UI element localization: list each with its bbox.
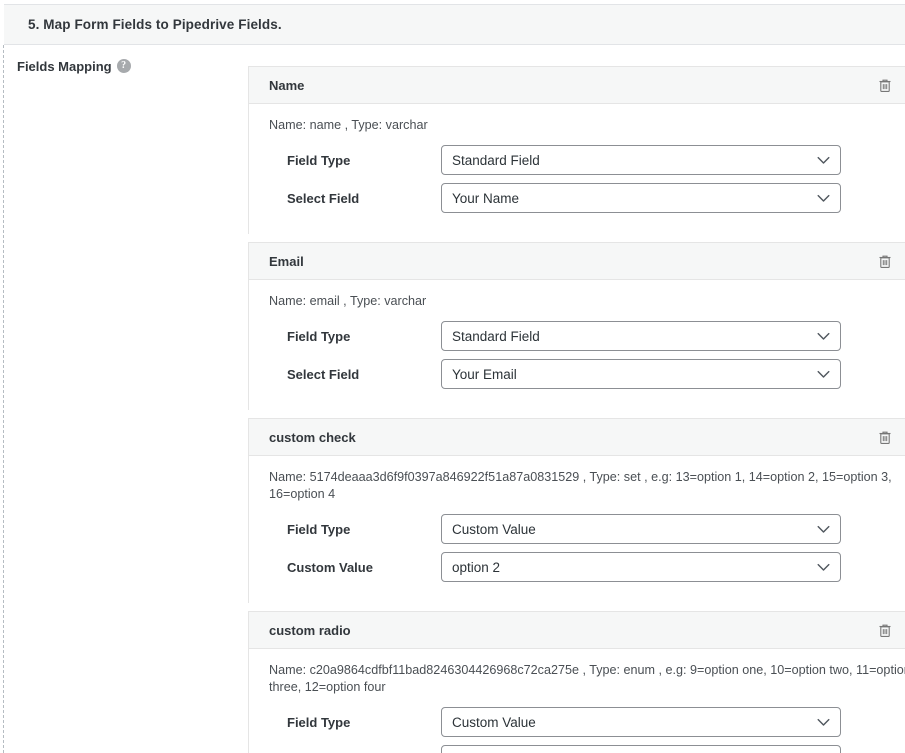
mapping-row: Select Field Your Email — [269, 359, 905, 389]
field-type-select[interactable]: Standard Field — [441, 321, 841, 351]
chevron-down-icon — [817, 360, 830, 388]
chevron-down-icon — [817, 515, 830, 543]
select-value: Custom Value — [452, 714, 536, 730]
field-meta-text: Name: 5174deaaa3d6f9f0397a846922f51a87a0… — [269, 470, 892, 501]
trash-icon[interactable] — [876, 76, 894, 94]
field-panel-body: Name: email , Type: varchar Field Type Sta… — [249, 280, 905, 410]
trash-icon[interactable] — [876, 621, 894, 639]
chevron-down-icon — [817, 146, 830, 174]
section-header: 5. Map Form Fields to Pipedrive Fields. — [4, 4, 905, 45]
field-panel-actions — [876, 76, 905, 94]
field-panel-header: custom radio — [249, 611, 905, 649]
field-panel-actions — [876, 621, 905, 639]
mapping-row: Field Type Standard Field — [269, 145, 905, 175]
mapping-row: Field Type Custom Value — [269, 707, 905, 737]
fields-mapping-label-group: Fields Mapping? — [17, 58, 237, 76]
chevron-down-icon — [817, 553, 830, 581]
mapping-row-label: Select Field — [287, 190, 360, 206]
field-panel: Name Name: name , Type: varchar Field Type… — [248, 66, 905, 234]
field-panel: custom radio Name: c20a9864cdfbf11bad8246… — [248, 611, 905, 753]
field-panel-actions — [876, 252, 905, 270]
field-meta-text: Name: c20a9864cdfbf11bad8246304426968c72… — [269, 663, 905, 694]
trash-icon[interactable] — [876, 252, 894, 270]
field-panel-actions — [876, 428, 905, 446]
field-panel-header: custom check — [249, 418, 905, 456]
mapping-row-label: Custom Value — [287, 559, 373, 575]
field-value-select[interactable]: Your Name — [441, 183, 841, 213]
field-panel-body: Name: name , Type: varchar Field Type Stan… — [249, 104, 905, 234]
field-value-select[interactable]: Your Email — [441, 359, 841, 389]
mapping-row-label: Field Type — [287, 328, 351, 344]
chevron-down-icon — [817, 708, 830, 736]
mapping-row: Field Type Custom Value — [269, 514, 905, 544]
field-panel: custom check Name: 5174deaaa3d6f9f0397a84… — [248, 418, 905, 603]
trash-icon[interactable] — [876, 428, 894, 446]
select-value: Standard Field — [452, 152, 540, 168]
field-type-select[interactable]: Custom Value — [441, 707, 841, 737]
field-panels-list: Name Name: name , Type: varchar Field Type… — [248, 66, 905, 753]
select-value: Custom Value — [452, 521, 536, 537]
chevron-down-icon — [817, 746, 830, 753]
field-panel-body: Name: c20a9864cdfbf11bad8246304426968c72… — [249, 649, 905, 753]
select-value: Standard Field — [452, 328, 540, 344]
field-panel-title: Email — [269, 253, 304, 269]
select-value: option 2 — [452, 559, 501, 575]
chevron-down-icon — [817, 322, 830, 350]
dashed-left-rail — [3, 45, 4, 753]
mapping-row-label: Field Type — [287, 152, 351, 168]
section-title: 5. Map Form Fields to Pipedrive Fields. — [28, 17, 282, 32]
field-meta-text: Name: email , Type: varchar — [269, 294, 427, 308]
field-panel-title: custom radio — [269, 622, 351, 638]
mapping-row: Custom Value option 2 — [269, 552, 905, 582]
field-panel: Email Name: email , Type: varchar Field Ty… — [248, 242, 905, 410]
field-panel-body: Name: 5174deaaa3d6f9f0397a846922f51a87a0… — [249, 456, 905, 603]
mapping-row-label: Select Field — [287, 366, 360, 382]
field-type-select[interactable]: Custom Value — [441, 514, 841, 544]
mapping-row: Field Type Standard Field — [269, 321, 905, 351]
field-panel-header: Email — [249, 242, 905, 280]
field-panel-title: Name — [269, 77, 305, 93]
mapping-row: Select Field Your Name — [269, 183, 905, 213]
chevron-down-icon — [817, 184, 830, 212]
field-meta-text: Name: name , Type: varchar — [269, 118, 428, 132]
field-panel-title: custom check — [269, 429, 356, 445]
field-value-select[interactable]: option 2 — [441, 552, 841, 582]
field-panel-header: Name — [249, 66, 905, 104]
fields-mapping-screen: 5. Map Form Fields to Pipedrive Fields. … — [0, 0, 905, 753]
mapping-row-label: Field Type — [287, 521, 351, 537]
mapping-row-label: Field Type — [287, 714, 351, 730]
mapping-row: Custom Value — [269, 745, 905, 753]
select-value: Your Email — [452, 366, 517, 382]
field-type-select[interactable]: Standard Field — [441, 145, 841, 175]
field-value-select[interactable] — [441, 745, 841, 753]
fields-mapping-label: Fields Mapping — [17, 59, 112, 75]
select-value: Your Name — [452, 190, 520, 206]
help-circle-icon[interactable]: ? — [116, 58, 131, 73]
